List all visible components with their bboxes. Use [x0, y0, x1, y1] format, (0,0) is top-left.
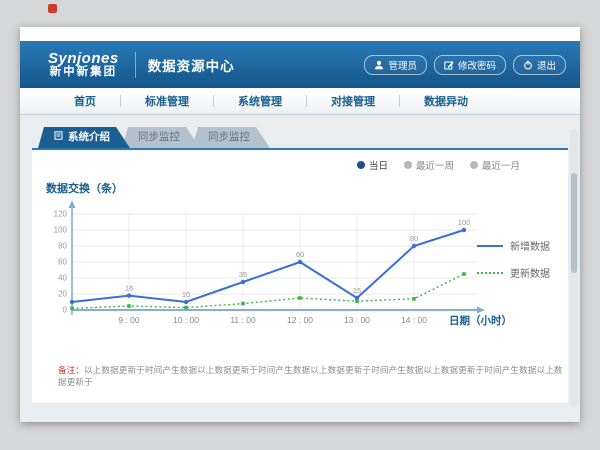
svg-text:15: 15 [353, 286, 361, 295]
svg-text:14 : 00: 14 : 00 [401, 315, 427, 325]
main-nav: 首页 标准管理 系统管理 对接管理 数据异动 [20, 88, 580, 115]
svg-text:12 : 00: 12 : 00 [287, 315, 313, 325]
svg-text:35: 35 [239, 270, 247, 279]
svg-text:20: 20 [58, 290, 67, 299]
change-password-button[interactable]: 修改密码 [434, 55, 506, 75]
user-icon [374, 60, 384, 70]
svg-text:10 : 00: 10 : 00 [173, 315, 199, 325]
svg-text:80: 80 [58, 242, 67, 251]
nav-item-system-mgmt[interactable]: 系统管理 [214, 93, 306, 109]
svg-text:18: 18 [125, 284, 133, 293]
svg-text:60: 60 [58, 258, 67, 267]
svg-text:120: 120 [54, 210, 68, 219]
svg-text:日期（小时）: 日期（小时） [449, 314, 512, 327]
brand-name-cn: 新中新集团 [48, 66, 119, 78]
radio-dot [470, 161, 478, 169]
svg-text:0: 0 [63, 306, 68, 315]
app-window: Synjones 新中新集团 数据资源中心 管理员 修改密码 [20, 27, 580, 422]
nav-item-interface-mgmt[interactable]: 对接管理 [307, 93, 399, 109]
svg-text:13 : 00: 13 : 00 [344, 315, 370, 325]
radio-last-week[interactable]: 最近一周 [404, 158, 454, 172]
svg-text:10: 10 [182, 290, 190, 299]
time-range-options: 当日 最近一周 最近一月 [357, 158, 520, 172]
power-icon [523, 60, 533, 70]
tab-sync-monitor-2[interactable]: 同步监控 [192, 127, 270, 148]
radio-dot [357, 161, 365, 169]
page-title: 数据资源中心 [148, 55, 235, 75]
header-divider [135, 52, 136, 78]
content-area: 系统介绍 同步监控 同步监控 当日 最近一周 [20, 115, 580, 422]
scrollbar[interactable] [570, 129, 578, 408]
document-icon [54, 127, 63, 148]
legend-label: 更新数据 [510, 265, 550, 280]
tab-sync-monitor-1[interactable]: 同步监控 [122, 127, 200, 148]
synjones-logo-dot [48, 4, 57, 13]
radio-label: 最近一周 [416, 158, 454, 172]
radio-dot [404, 161, 412, 169]
radio-label: 最近一月 [482, 158, 520, 172]
legend-label: 新增数据 [510, 238, 550, 253]
nav-item-data-change[interactable]: 数据异动 [400, 93, 492, 109]
legend-item-new-data: 新增数据 [477, 238, 550, 253]
svg-text:60: 60 [296, 250, 304, 259]
desktop-background: Synjones 新中新集团 数据资源中心 管理员 修改密码 [0, 0, 600, 450]
dotted-line-sample [477, 272, 503, 274]
svg-text:9 : 00: 9 : 00 [118, 315, 140, 325]
radio-last-month[interactable]: 最近一月 [470, 158, 520, 172]
scrollbar-thumb[interactable] [571, 173, 577, 273]
nav-item-standard-mgmt[interactable]: 标准管理 [121, 93, 213, 109]
nav-item-home[interactable]: 首页 [50, 93, 120, 109]
svg-text:80: 80 [410, 234, 418, 243]
solid-line-sample [477, 245, 503, 247]
chart-panel: 当日 最近一周 最近一月 数据交换（条） 0 20 40 60 80 100 120 9 : … [32, 148, 568, 404]
header-actions: 管理员 修改密码 退出 [364, 55, 566, 75]
tab-label: 同步监控 [208, 127, 250, 148]
logout-button[interactable]: 退出 [513, 55, 566, 75]
svg-text:40: 40 [58, 274, 67, 283]
svg-text:100: 100 [458, 218, 471, 227]
y-axis-title: 数据交换（条） [46, 180, 568, 196]
brand-logo: Synjones 新中新集团 [48, 51, 119, 79]
window-top-strip [20, 27, 580, 41]
tab-label: 同步监控 [138, 127, 180, 148]
change-password-label: 修改密码 [458, 58, 496, 72]
legend-item-updated-data: 更新数据 [477, 265, 550, 280]
tab-bar: 系统介绍 同步监控 同步监控 [38, 127, 568, 148]
logout-label: 退出 [537, 58, 556, 72]
footnote-prefix: 备注： [58, 365, 84, 375]
radio-label: 当日 [369, 158, 388, 172]
admin-user-button[interactable]: 管理员 [364, 55, 427, 75]
brand-name-en: Synjones [48, 51, 119, 67]
edit-icon [444, 60, 454, 70]
tab-system-intro[interactable]: 系统介绍 [38, 127, 130, 148]
svg-text:100: 100 [54, 226, 68, 235]
admin-user-label: 管理员 [388, 58, 417, 72]
app-header: Synjones 新中新集团 数据资源中心 管理员 修改密码 [20, 41, 580, 88]
footnote-text: 以上数据更新于时间产生数据以上数据更新于时间产生数据以上数据更新于时间产生数据以… [58, 365, 563, 387]
svg-text:11 : 00: 11 : 00 [230, 315, 256, 325]
radio-today[interactable]: 当日 [357, 158, 388, 172]
chart-legend: 新增数据 更新数据 [477, 238, 550, 280]
tab-label: 系统介绍 [68, 127, 110, 148]
footnote: 备注：以上数据更新于时间产生数据以上数据更新于时间产生数据以上数据更新于时间产生… [58, 364, 568, 388]
